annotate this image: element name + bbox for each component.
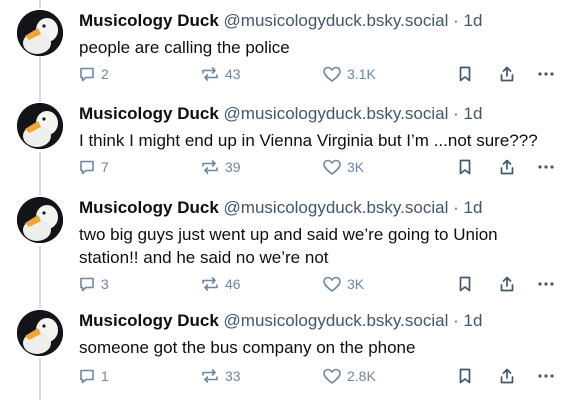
avatar[interactable] bbox=[17, 103, 63, 149]
like-button[interactable]: 3K bbox=[322, 273, 364, 295]
post-text: people are calling the police bbox=[79, 38, 290, 57]
separator: · bbox=[453, 198, 459, 217]
repost-button[interactable]: 39 bbox=[200, 156, 241, 178]
like-icon bbox=[323, 66, 341, 82]
post-header: Musicology Duck @musicologyduck.bsky.soc… bbox=[79, 103, 556, 125]
post-header: Musicology Duck @musicologyduck.bsky.soc… bbox=[79, 310, 556, 332]
timestamp[interactable]: 1d bbox=[464, 198, 483, 217]
bookmark-icon bbox=[459, 159, 471, 175]
reply-count: 2 bbox=[101, 66, 109, 82]
post-header: Musicology Duck @musicologyduck.bsky.soc… bbox=[79, 197, 556, 219]
avatar[interactable] bbox=[17, 10, 63, 56]
bookmark-icon bbox=[459, 368, 471, 384]
like-icon bbox=[323, 368, 341, 384]
author-name[interactable]: Musicology Duck bbox=[79, 11, 219, 30]
post-text: two big guys just went up and said we’re… bbox=[79, 225, 498, 267]
bookmark-button[interactable] bbox=[457, 63, 473, 85]
action-bar: 3 46 3K bbox=[0, 273, 570, 295]
separator: · bbox=[453, 11, 459, 30]
avatar[interactable] bbox=[17, 310, 63, 356]
duck-avatar-image bbox=[17, 310, 63, 356]
more-button[interactable] bbox=[537, 63, 555, 85]
author-name[interactable]: Musicology Duck bbox=[79, 104, 219, 123]
reply-button[interactable]: 7 bbox=[78, 156, 109, 178]
more-icon bbox=[538, 72, 554, 76]
repost-icon bbox=[202, 160, 218, 174]
timestamp[interactable]: 1d bbox=[464, 11, 483, 30]
author-handle[interactable]: @musicologyduck.bsky.social bbox=[224, 311, 449, 330]
author-handle[interactable]: @musicologyduck.bsky.social bbox=[224, 104, 449, 123]
reply-icon bbox=[80, 160, 94, 175]
share-icon bbox=[500, 368, 514, 384]
duck-avatar-image bbox=[17, 10, 63, 56]
thread-line bbox=[39, 0, 41, 8]
share-icon bbox=[500, 276, 514, 292]
repost-icon bbox=[202, 67, 218, 81]
repost-button[interactable]: 43 bbox=[200, 63, 241, 85]
more-icon bbox=[538, 374, 554, 378]
timestamp[interactable]: 1d bbox=[464, 311, 483, 330]
more-icon bbox=[538, 165, 554, 169]
reply-button[interactable]: 1 bbox=[78, 365, 109, 387]
duck-avatar-image bbox=[17, 197, 63, 243]
reply-button[interactable]: 2 bbox=[78, 63, 109, 85]
reply-count: 1 bbox=[101, 368, 109, 384]
reply-count: 3 bbox=[101, 276, 109, 292]
share-button[interactable] bbox=[498, 365, 516, 387]
repost-count: 46 bbox=[225, 276, 241, 292]
bookmark-icon bbox=[459, 276, 471, 292]
repost-count: 33 bbox=[225, 368, 241, 384]
avatar[interactable] bbox=[17, 197, 63, 243]
post-text: I think I might end up in Vienna Virgini… bbox=[79, 131, 538, 150]
reply-button[interactable]: 3 bbox=[78, 273, 109, 295]
duck-avatar-image bbox=[17, 103, 63, 149]
share-icon bbox=[500, 159, 514, 175]
repost-count: 43 bbox=[225, 66, 241, 82]
share-button[interactable] bbox=[498, 156, 516, 178]
bookmark-button[interactable] bbox=[457, 156, 473, 178]
like-count: 3K bbox=[347, 159, 365, 175]
bookmark-icon bbox=[459, 66, 471, 82]
like-count: 3.1K bbox=[347, 66, 376, 82]
action-bar: 7 39 3K bbox=[0, 156, 570, 178]
reply-icon bbox=[80, 277, 94, 292]
reply-icon bbox=[80, 369, 94, 384]
separator: · bbox=[453, 311, 459, 330]
post-header: Musicology Duck @musicologyduck.bsky.soc… bbox=[79, 10, 556, 32]
bookmark-button[interactable] bbox=[457, 365, 473, 387]
repost-button[interactable]: 46 bbox=[200, 273, 241, 295]
like-button[interactable]: 3K bbox=[322, 156, 364, 178]
like-icon bbox=[323, 159, 341, 175]
bookmark-button[interactable] bbox=[457, 273, 473, 295]
action-bar: 2 43 3.1K bbox=[0, 63, 570, 85]
like-button[interactable]: 3.1K bbox=[322, 63, 376, 85]
author-name[interactable]: Musicology Duck bbox=[79, 311, 219, 330]
like-count: 2.8K bbox=[347, 368, 376, 384]
separator: · bbox=[453, 104, 459, 123]
action-bar: 1 33 2.8K bbox=[0, 365, 570, 387]
repost-icon bbox=[202, 369, 218, 383]
author-handle[interactable]: @musicologyduck.bsky.social bbox=[224, 198, 449, 217]
reply-count: 7 bbox=[101, 159, 109, 175]
share-button[interactable] bbox=[498, 63, 516, 85]
more-button[interactable] bbox=[537, 156, 555, 178]
more-button[interactable] bbox=[537, 273, 555, 295]
like-icon bbox=[323, 276, 341, 292]
like-count: 3K bbox=[347, 276, 365, 292]
more-button[interactable] bbox=[537, 365, 555, 387]
repost-button[interactable]: 33 bbox=[200, 365, 241, 387]
author-handle[interactable]: @musicologyduck.bsky.social bbox=[224, 11, 449, 30]
repost-icon bbox=[202, 277, 218, 291]
like-button[interactable]: 2.8K bbox=[322, 365, 376, 387]
share-button[interactable] bbox=[498, 273, 516, 295]
timestamp[interactable]: 1d bbox=[464, 104, 483, 123]
post-text: someone got the bus company on the phone bbox=[79, 338, 416, 357]
reply-icon bbox=[80, 67, 94, 82]
share-icon bbox=[500, 66, 514, 82]
more-icon bbox=[538, 282, 554, 286]
author-name[interactable]: Musicology Duck bbox=[79, 198, 219, 217]
repost-count: 39 bbox=[225, 159, 241, 175]
